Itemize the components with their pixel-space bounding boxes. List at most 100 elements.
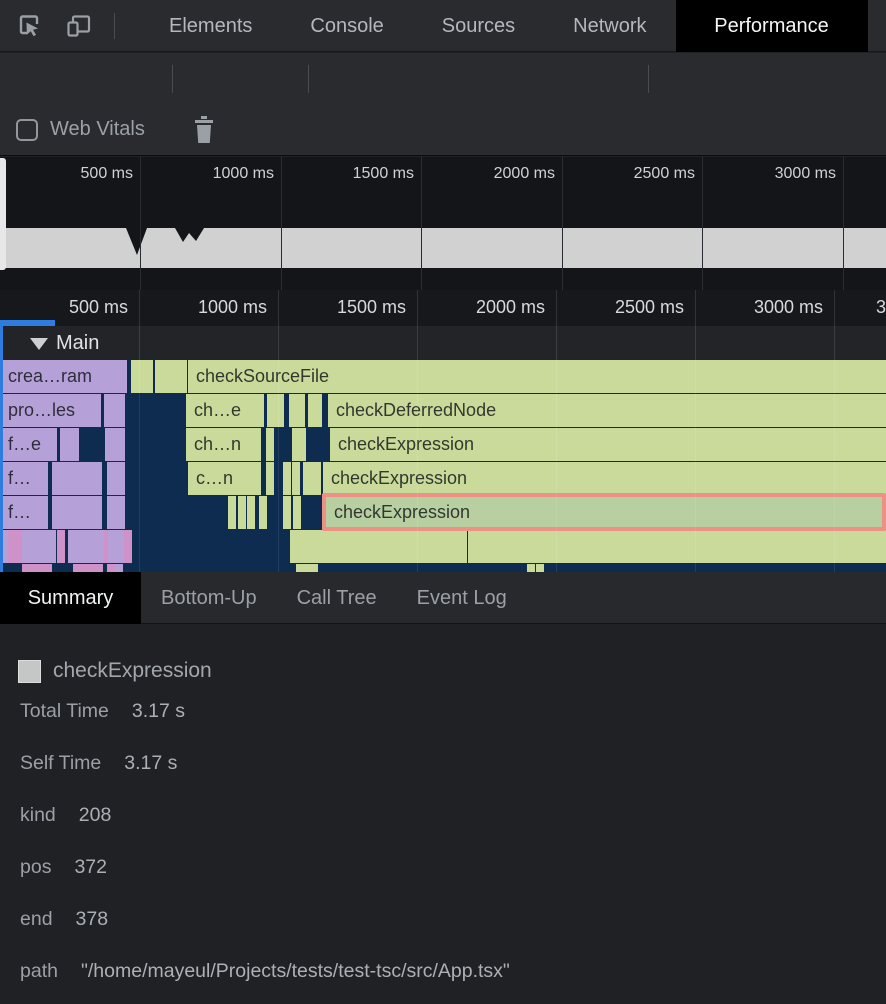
flame-event[interactable]: checkSourceFile: [188, 360, 886, 393]
flame-event[interactable]: [642, 530, 650, 563]
flame-event[interactable]: [718, 530, 726, 563]
flame-event[interactable]: [293, 496, 301, 529]
flame-event[interactable]: [108, 530, 124, 563]
flame-event[interactable]: [289, 394, 297, 427]
flame-event[interactable]: [107, 496, 125, 529]
flame-event[interactable]: [741, 530, 749, 563]
flame-event[interactable]: [481, 530, 489, 563]
flame-event[interactable]: f…: [0, 496, 48, 529]
flame-event[interactable]: [131, 360, 139, 393]
flame-event[interactable]: [596, 530, 604, 563]
tab-event-log[interactable]: Event Log: [397, 572, 527, 624]
trash-icon[interactable]: [192, 116, 218, 142]
flame-event[interactable]: [298, 428, 306, 461]
flame-event[interactable]: [247, 496, 255, 529]
flame-event[interactable]: [851, 530, 859, 563]
flame-event[interactable]: [143, 360, 153, 393]
timeline-overview[interactable]: 500 ms1000 ms1500 ms2000 ms2500 ms3000 m…: [0, 157, 886, 290]
disclosure-triangle-icon[interactable]: [30, 338, 48, 350]
flame-event[interactable]: [702, 530, 710, 563]
flame-event[interactable]: [266, 462, 274, 495]
flame-event[interactable]: [419, 530, 427, 563]
flame-event[interactable]: [588, 530, 596, 563]
tab-call-tree[interactable]: Call Tree: [277, 572, 397, 624]
flame-event[interactable]: checkDeferredNode: [328, 394, 886, 427]
flame-event[interactable]: [310, 564, 318, 572]
flame-event[interactable]: [22, 530, 56, 563]
flame-event[interactable]: [459, 530, 467, 563]
flame-event[interactable]: f…e: [0, 428, 57, 461]
flame-event[interactable]: [843, 530, 851, 563]
flame-event[interactable]: [71, 428, 79, 461]
flame-event[interactable]: [64, 462, 102, 495]
flame-event[interactable]: [73, 564, 103, 572]
main-flamechart[interactable]: crea…ram checkSourceFile pro…les ch…e checkD…: [0, 360, 886, 572]
flame-event[interactable]: c…n: [188, 462, 261, 495]
web-vitals-label[interactable]: Web Vitals: [50, 118, 145, 141]
flame-event[interactable]: [303, 462, 321, 495]
flame-event[interactable]: ch…e: [186, 394, 264, 427]
flame-event[interactable]: [238, 496, 246, 529]
flame-event[interactable]: [104, 394, 112, 427]
web-vitals-checkbox[interactable]: [16, 119, 38, 141]
flame-event[interactable]: [124, 530, 132, 563]
tab-summary[interactable]: Summary: [0, 572, 141, 624]
flame-event[interactable]: [611, 530, 619, 563]
tab-console[interactable]: Console: [281, 0, 412, 52]
flame-event[interactable]: [22, 564, 52, 572]
flame-event[interactable]: [297, 394, 305, 427]
flame-event[interactable]: [634, 530, 642, 563]
flame-event[interactable]: [266, 428, 274, 461]
main-track-header[interactable]: Main: [0, 326, 886, 360]
flame-event[interactable]: [657, 530, 665, 563]
flame-event[interactable]: [566, 530, 574, 563]
flame-event[interactable]: checkExpression: [330, 428, 886, 461]
flame-event[interactable]: [283, 462, 291, 495]
tab-network[interactable]: Network: [544, 0, 675, 52]
inspect-icon[interactable]: [16, 13, 42, 39]
flame-event[interactable]: checkExpression: [323, 462, 886, 495]
flame-event[interactable]: [57, 530, 65, 563]
flame-event[interactable]: [536, 564, 544, 572]
flame-event[interactable]: [780, 530, 788, 563]
flame-event[interactable]: [440, 530, 448, 563]
flame-event[interactable]: [292, 462, 300, 495]
flame-event[interactable]: [283, 496, 291, 529]
flame-event[interactable]: checkExpression: [322, 493, 886, 531]
flame-event[interactable]: [812, 530, 820, 563]
flame-event[interactable]: crea…ram: [0, 360, 127, 393]
flame-event[interactable]: [545, 530, 553, 563]
flame-event[interactable]: [796, 530, 804, 563]
flame-event[interactable]: pro…les: [0, 394, 101, 427]
flame-event[interactable]: [68, 530, 104, 563]
tab-sources[interactable]: Sources: [413, 0, 544, 52]
tab-elements[interactable]: Elements: [140, 0, 281, 52]
flame-event[interactable]: [105, 428, 125, 461]
tab-performance[interactable]: Performance: [676, 0, 868, 52]
flame-event[interactable]: [757, 530, 765, 563]
flame-event[interactable]: [62, 496, 102, 529]
flame-event[interactable]: [680, 530, 688, 563]
tab-bottom-up[interactable]: Bottom-Up: [141, 572, 277, 624]
flame-event[interactable]: [619, 530, 627, 563]
flame-event[interactable]: [881, 530, 886, 563]
flame-event[interactable]: [820, 530, 828, 563]
flame-event[interactable]: [527, 564, 535, 572]
flame-event[interactable]: [267, 394, 284, 427]
flame-event[interactable]: [804, 530, 812, 563]
flame-event[interactable]: [788, 530, 796, 563]
flame-event[interactable]: [259, 496, 267, 529]
flame-event[interactable]: [176, 360, 187, 393]
flame-event[interactable]: ch…n: [186, 428, 261, 461]
flame-event[interactable]: [726, 530, 734, 563]
flame-event[interactable]: [112, 394, 125, 427]
flame-event[interactable]: [228, 496, 236, 529]
flame-event[interactable]: [523, 530, 531, 563]
flame-event[interactable]: [115, 564, 123, 572]
flame-event[interactable]: [665, 530, 673, 563]
flame-event[interactable]: [107, 564, 115, 572]
flame-event[interactable]: [828, 530, 836, 563]
flame-event[interactable]: [749, 530, 757, 563]
flame-event[interactable]: [772, 530, 780, 563]
flame-event[interactable]: [308, 394, 322, 427]
